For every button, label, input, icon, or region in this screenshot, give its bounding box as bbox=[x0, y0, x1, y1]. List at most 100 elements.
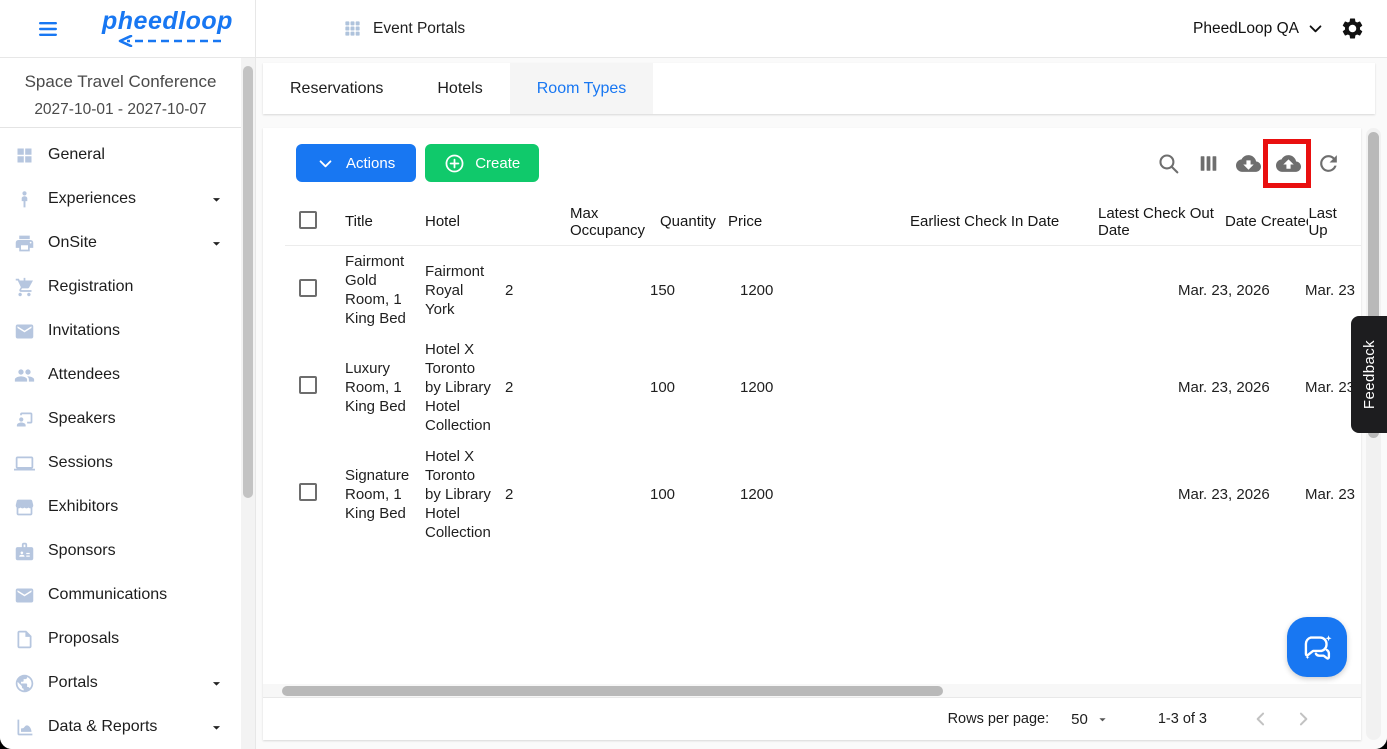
pagination-range: 1-3 of 3 bbox=[1157, 711, 1207, 727]
sidebar-item-speakers[interactable]: Speakers bbox=[0, 397, 241, 441]
toolbar-icon-search[interactable] bbox=[1156, 151, 1181, 176]
sidebar-item-icon bbox=[14, 717, 35, 738]
cell-quantity: 100 bbox=[650, 379, 676, 396]
sidebar-item-label: Sponsors bbox=[48, 542, 116, 559]
tab-label: Hotels bbox=[437, 79, 483, 97]
horizontal-scrollbar-thumb[interactable] bbox=[282, 686, 943, 696]
row-checkbox[interactable] bbox=[299, 483, 317, 501]
horizontal-scrollbar-track[interactable] bbox=[263, 684, 1361, 697]
sidebar-item-icon bbox=[14, 585, 35, 606]
pagination-bar: Rows per page: 50 1-3 of 3 bbox=[263, 697, 1361, 740]
column-header[interactable]: Earliest Check In Date bbox=[910, 213, 1098, 230]
sidebar-item-icon bbox=[14, 541, 35, 562]
previous-page-button[interactable] bbox=[1251, 709, 1271, 729]
tab-hotels[interactable]: Hotels bbox=[410, 63, 509, 114]
sidebar-item-icon bbox=[14, 365, 35, 386]
tab-reservations[interactable]: Reservations bbox=[263, 63, 410, 114]
sidebar-item-label: OnSite bbox=[48, 234, 97, 251]
cell-title: Signature Room, 1 King Bed bbox=[345, 467, 410, 522]
column-header[interactable]: Date Created bbox=[1225, 213, 1308, 230]
sidebar-item-label: Proposals bbox=[48, 630, 120, 647]
sidebar-item-label: Exhibitors bbox=[48, 498, 119, 515]
sidebar-item-icon bbox=[14, 409, 35, 430]
row-checkbox[interactable] bbox=[299, 376, 317, 394]
toolbar-icon-cloud-download[interactable] bbox=[1236, 151, 1261, 176]
sidebar-item-icon bbox=[14, 277, 35, 298]
sidebar-scrollbar-track[interactable] bbox=[241, 58, 255, 749]
sidebar-item-sessions[interactable]: Sessions bbox=[0, 441, 241, 485]
sidebar-item-label: Registration bbox=[48, 278, 134, 295]
cell-date-created: Mar. 23, 2026 bbox=[1178, 486, 1270, 503]
toolbar-icon-refresh[interactable] bbox=[1316, 151, 1341, 176]
column-header[interactable]: Hotel bbox=[425, 213, 570, 230]
menu-icon[interactable] bbox=[36, 17, 60, 41]
sidebar-item-icon bbox=[14, 233, 35, 254]
sidebar-item-icon bbox=[14, 321, 35, 342]
sidebar-item-label: General bbox=[48, 146, 105, 163]
sidebar-item-general[interactable]: General bbox=[0, 133, 241, 177]
column-header[interactable]: Last Up bbox=[1308, 205, 1361, 239]
next-page-button[interactable] bbox=[1293, 709, 1313, 729]
sidebar-item-exhibitors[interactable]: Exhibitors bbox=[0, 485, 241, 529]
cell-title: Luxury Room, 1 King Bed bbox=[345, 360, 406, 415]
main-area: Reservations Hotels Room Types Actions C… bbox=[256, 58, 1387, 749]
table-body: Fairmont Gold Room, 1 King Bed Fairmont … bbox=[285, 246, 1361, 548]
actions-button[interactable]: Actions bbox=[296, 144, 417, 182]
caret-down-icon bbox=[1095, 712, 1110, 727]
sidebar-item-label: Attendees bbox=[48, 366, 121, 383]
sidebar-item-data-reports[interactable]: Data & Reports bbox=[0, 705, 241, 749]
sidebar-item-registration[interactable]: Registration bbox=[0, 265, 241, 309]
cell-max-occupancy: 2 bbox=[505, 486, 514, 503]
rows-per-page-select[interactable]: 50 bbox=[1065, 710, 1116, 729]
sidebar-divider bbox=[255, 0, 256, 749]
table-row: Signature Room, 1 King Bed Hotel X Toron… bbox=[285, 441, 1361, 548]
app-window: pheedloop Event Portals PheedLoop QA Spa… bbox=[0, 0, 1387, 749]
sidebar-item-communications[interactable]: Communications bbox=[0, 573, 241, 617]
sidebar-item-label: Sessions bbox=[48, 454, 113, 471]
panel-toolbar: Actions Create bbox=[263, 128, 1361, 198]
toolbar-icon-view-columns[interactable] bbox=[1196, 151, 1221, 176]
toolbar-icon-cloud-upload[interactable] bbox=[1276, 151, 1301, 176]
caret-down-icon bbox=[208, 235, 225, 252]
row-checkbox[interactable] bbox=[299, 278, 317, 297]
column-header[interactable]: Max Occupancy bbox=[570, 205, 660, 239]
sidebar-item-label: Communications bbox=[48, 586, 168, 603]
cell-quantity: 100 bbox=[650, 486, 676, 503]
chevron-down-icon bbox=[1307, 20, 1324, 37]
brand-logo-arrow bbox=[119, 35, 222, 47]
event-dates: 2027-10-01 - 2027-10-07 bbox=[34, 101, 207, 118]
gear-icon[interactable] bbox=[1340, 16, 1365, 41]
room-types-panel: Actions Create Title Hotel Max Occupancy… bbox=[263, 128, 1361, 740]
brand-logo[interactable]: pheedloop bbox=[102, 7, 233, 47]
cell-date-created: Mar. 23, 2026 bbox=[1178, 281, 1270, 299]
cell-quantity: 150 bbox=[650, 281, 676, 299]
column-header[interactable]: Title bbox=[345, 213, 425, 230]
select-all-checkbox[interactable] bbox=[299, 210, 317, 229]
sidebar-item-icon bbox=[14, 145, 35, 166]
sidebar-item-onsite[interactable]: OnSite bbox=[0, 221, 241, 265]
column-header[interactable]: Price bbox=[728, 213, 910, 230]
chat-widget-button[interactable] bbox=[1287, 617, 1347, 677]
sidebar-scrollbar-thumb[interactable] bbox=[243, 66, 253, 498]
vertical-scrollbar-track[interactable] bbox=[1366, 128, 1381, 740]
tab-label: Reservations bbox=[290, 79, 384, 97]
sidebar-item-experiences[interactable]: Experiences bbox=[0, 177, 241, 221]
tab-room-types[interactable]: Room Types bbox=[509, 63, 654, 114]
sidebar-item-label: Invitations bbox=[48, 322, 121, 339]
feedback-label: Feedback bbox=[1360, 339, 1378, 410]
cell-price: 1200 bbox=[740, 486, 774, 503]
account-menu[interactable]: PheedLoop QA bbox=[1193, 20, 1324, 38]
sidebar-item-invitations[interactable]: Invitations bbox=[0, 309, 241, 353]
sidebar-item-portals[interactable]: Portals bbox=[0, 661, 241, 705]
feedback-tab[interactable]: Feedback bbox=[1351, 316, 1387, 433]
sidebar-item-attendees[interactable]: Attendees bbox=[0, 353, 241, 397]
event-name: Space Travel Conference bbox=[24, 72, 217, 91]
create-button[interactable]: Create bbox=[425, 144, 540, 182]
column-header[interactable]: Latest Check Out Date bbox=[1098, 205, 1225, 239]
sidebar-item-proposals[interactable]: Proposals bbox=[0, 617, 241, 661]
column-header[interactable]: Quantity bbox=[660, 213, 728, 230]
tab-bar: Reservations Hotels Room Types bbox=[263, 63, 1375, 114]
sidebar-item-sponsors[interactable]: Sponsors bbox=[0, 529, 241, 573]
table-action-icons bbox=[1156, 151, 1341, 176]
chevron-down-icon bbox=[317, 155, 334, 172]
